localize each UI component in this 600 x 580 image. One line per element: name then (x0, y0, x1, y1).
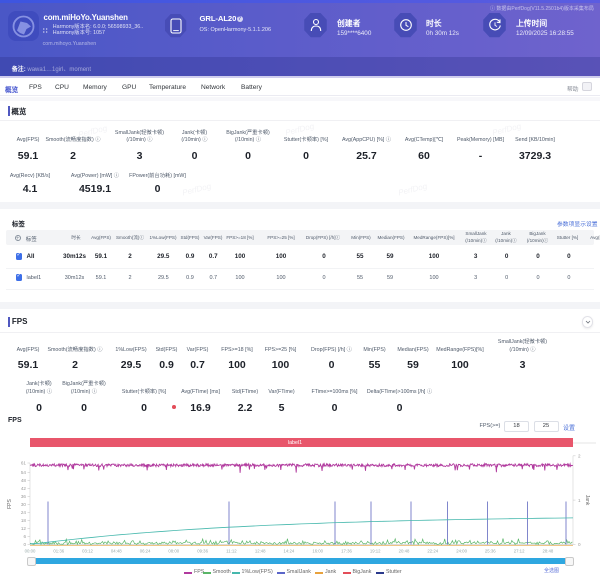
svg-text:24: 24 (21, 510, 27, 515)
svg-text:30: 30 (21, 502, 27, 507)
svg-text:06:24: 06:24 (140, 549, 151, 554)
svg-text:22:24: 22:24 (427, 549, 438, 554)
svg-text:19:12: 19:12 (370, 549, 381, 554)
svg-text:1: 1 (578, 498, 581, 503)
svg-text:20:48: 20:48 (399, 549, 410, 554)
svg-text:Jank: Jank (584, 495, 590, 506)
svg-text:17:36: 17:36 (341, 549, 352, 554)
svg-text:24:00: 24:00 (456, 549, 467, 554)
svg-text:14:24: 14:24 (284, 549, 295, 554)
svg-text:0: 0 (23, 542, 26, 547)
svg-text:FPS: FPS (7, 498, 13, 508)
svg-text:03:12: 03:12 (82, 549, 93, 554)
svg-text:42: 42 (21, 486, 27, 491)
svg-text:12:48: 12:48 (255, 549, 266, 554)
svg-text:11:12: 11:12 (226, 549, 237, 554)
svg-text:08:00: 08:00 (168, 549, 179, 554)
svg-text:18: 18 (21, 518, 27, 523)
svg-text:04:48: 04:48 (111, 549, 122, 554)
svg-text:2: 2 (578, 453, 581, 458)
svg-text:27:12: 27:12 (514, 549, 525, 554)
svg-text:0: 0 (578, 542, 581, 547)
svg-text:09:36: 09:36 (197, 549, 208, 554)
svg-text:00:00: 00:00 (25, 549, 36, 554)
svg-text:28:48: 28:48 (543, 549, 554, 554)
svg-text:48: 48 (21, 478, 27, 483)
svg-text:16:00: 16:00 (312, 549, 323, 554)
svg-text:36: 36 (21, 494, 27, 499)
svg-text:12: 12 (21, 526, 27, 531)
svg-text:6: 6 (23, 534, 26, 539)
svg-text:01:36: 01:36 (53, 549, 64, 554)
svg-text:54: 54 (21, 470, 27, 475)
svg-text:61: 61 (21, 461, 27, 466)
svg-text:25:36: 25:36 (485, 549, 496, 554)
